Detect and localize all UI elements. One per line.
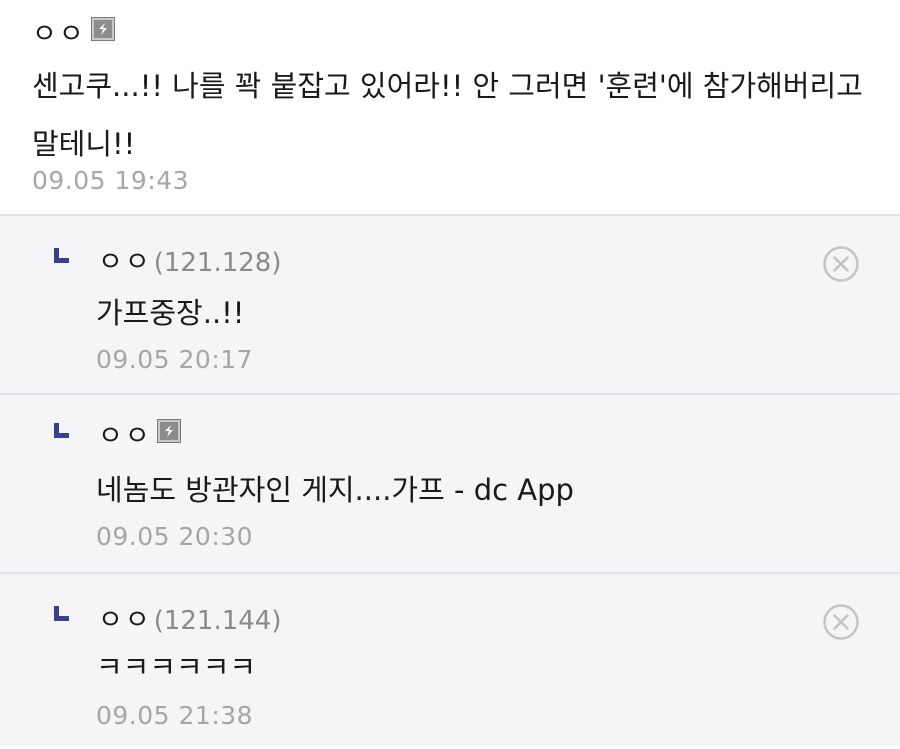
comment-author[interactable]: ㅇㅇ <box>32 12 114 51</box>
reply-arrow-icon <box>54 606 69 621</box>
ip-address: (121.128) <box>153 248 282 278</box>
comment-text: 센고쿠...!! 나를 꽉 붙잡고 있어라!! 안 그러면 '훈련'에 참가해버… <box>32 69 863 161</box>
nickname: ㅇㅇ <box>98 421 152 452</box>
reply-text: 네놈도 방관자인 게지....가프 - dc App <box>96 473 574 507</box>
reply: ㅇㅇ(121.144) ㅋㅋㅋㅋㅋㅋ 09.05 21:38 <box>0 574 900 746</box>
reply-timestamp: 09.05 20:30 <box>96 522 254 551</box>
reply-author[interactable]: ㅇㅇ(121.144) <box>98 598 282 637</box>
reply-author[interactable]: ㅇㅇ <box>98 414 180 453</box>
delete-circle-x-icon[interactable] <box>823 246 859 282</box>
reply-text: ㅋㅋㅋㅋㅋㅋ <box>96 650 257 684</box>
reply-timestamp: 09.05 21:38 <box>96 701 254 730</box>
comment-timestamp: 09.05 19:43 <box>32 166 190 195</box>
reply-author[interactable]: ㅇㅇ(121.128) <box>98 240 282 279</box>
comment: ㅇㅇ 센고쿠...!! 나를 꽉 붙잡고 있어라!! 안 그러면 '훈련'에 참… <box>0 0 900 216</box>
reply-arrow-icon <box>54 423 69 438</box>
fixed-nickname-icon <box>157 420 180 442</box>
nickname: ㅇㅇ <box>98 247 152 278</box>
reply-text: 가프중장..!! <box>96 296 245 330</box>
reply: ㅇㅇ 네놈도 방관자인 게지....가프 - dc App 09.05 20:3… <box>0 395 900 574</box>
reply: ㅇㅇ(121.128) 가프중장..!! 09.05 20:17 <box>0 216 900 395</box>
fixed-nickname-icon <box>91 18 114 40</box>
reply-timestamp: 09.05 20:17 <box>96 345 254 374</box>
reply-arrow-icon <box>54 248 69 263</box>
nickname: ㅇㅇ <box>32 19 86 50</box>
ip-address: (121.144) <box>153 606 282 636</box>
delete-circle-x-icon[interactable] <box>823 604 859 640</box>
nickname: ㅇㅇ <box>98 605 152 636</box>
